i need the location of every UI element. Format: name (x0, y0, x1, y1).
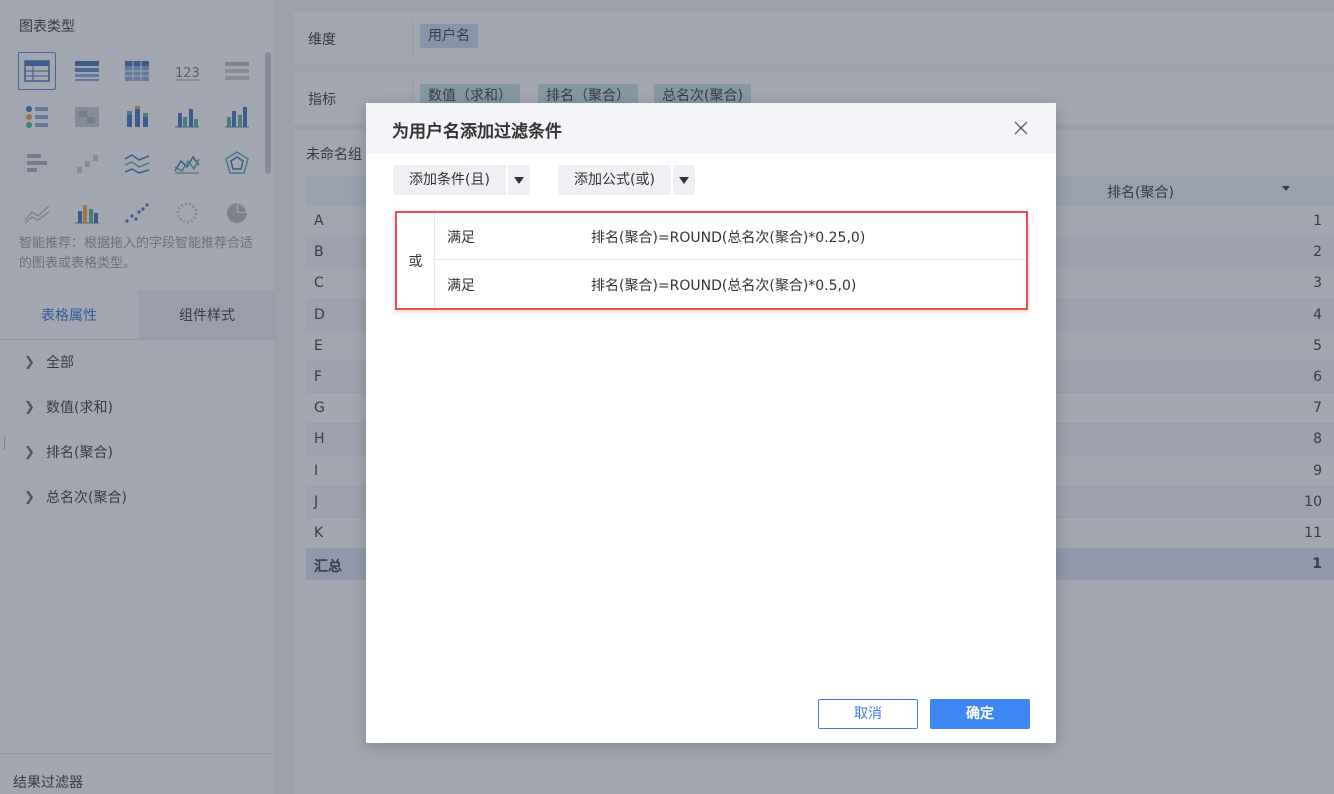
add-formula-or-button-group: 添加公式(或) (558, 165, 695, 195)
add-condition-dropdown[interactable] (507, 165, 530, 195)
dialog-title: 为用户名添加过滤条件 (392, 122, 562, 142)
filter-dialog: 为用户名添加过滤条件 添加条件(且) 添加公式(或) 或 满足 排名(聚合)=R… (366, 103, 1056, 743)
condition-row[interactable]: 满足 排名(聚合)=ROUND(总名次(聚合)*0.5,0) (435, 261, 1026, 308)
caret-down-icon (678, 176, 689, 184)
add-formula-or-button[interactable]: 添加公式(或) (558, 165, 671, 195)
add-formula-dropdown[interactable] (672, 165, 695, 195)
condition-row[interactable]: 满足 排名(聚合)=ROUND(总名次(聚合)*0.25,0) (435, 213, 1026, 260)
close-icon[interactable] (1012, 119, 1030, 137)
condition-formula[interactable]: 排名(聚合)=ROUND(总名次(聚合)*0.5,0) (591, 275, 856, 295)
condition-formula[interactable]: 排名(聚合)=ROUND(总名次(聚合)*0.25,0) (591, 227, 865, 247)
condition-type: 满足 (447, 230, 475, 246)
dialog-header: 为用户名添加过滤条件 (366, 103, 1056, 154)
add-condition-and-button-group: 添加条件(且) (393, 165, 530, 195)
caret-down-icon (513, 176, 524, 184)
condition-group: 或 满足 排名(聚合)=ROUND(总名次(聚合)*0.25,0) 满足 排名(… (395, 211, 1028, 310)
add-condition-and-button[interactable]: 添加条件(且) (393, 165, 506, 195)
condition-type: 满足 (447, 278, 475, 294)
cancel-button[interactable]: 取消 (818, 699, 918, 729)
logic-or-label[interactable]: 或 (397, 213, 435, 308)
confirm-button[interactable]: 确定 (930, 699, 1030, 729)
